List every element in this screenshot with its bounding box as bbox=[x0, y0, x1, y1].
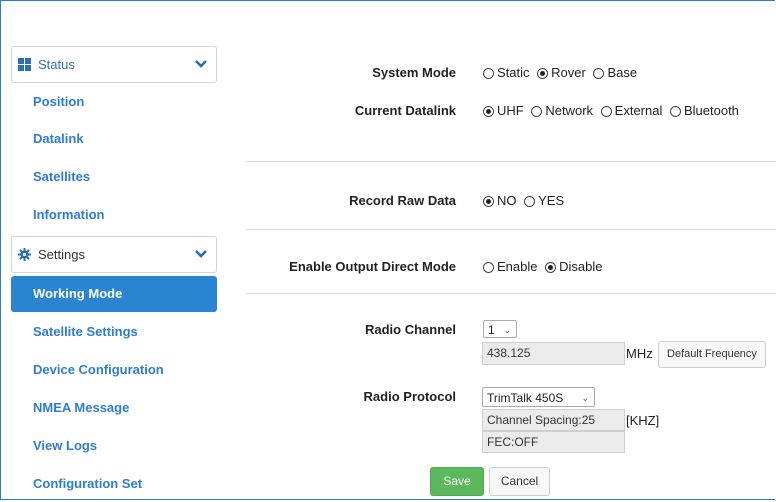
radio-frequency-field: 438.125 bbox=[482, 342, 625, 365]
output-direct-mode-options: Enable Disable bbox=[483, 259, 606, 274]
radio-button[interactable] bbox=[531, 106, 543, 117]
record-raw-yes[interactable]: YES bbox=[524, 193, 564, 208]
sidebar-item-datalink[interactable]: Datalink bbox=[11, 121, 217, 157]
sidebar-item-information[interactable]: Information bbox=[11, 197, 217, 233]
chevron-down-icon[interactable] bbox=[194, 57, 208, 71]
default-frequency-button[interactable]: Default Frequency bbox=[658, 341, 766, 368]
sidebar-section-status-label: Status bbox=[38, 57, 75, 72]
gear-icon bbox=[18, 248, 31, 261]
sidebar-section-status[interactable]: Status bbox=[11, 46, 217, 83]
chevron-down-icon: ⌄ bbox=[503, 325, 511, 335]
sidebar-item-view-logs[interactable]: View Logs bbox=[11, 428, 217, 464]
system-mode-options: Static Rover Base bbox=[483, 65, 641, 80]
radio-protocol-label: Radio Protocol bbox=[363, 389, 456, 404]
fec-field: FEC:OFF bbox=[482, 431, 625, 453]
divider bbox=[246, 293, 776, 294]
radio-button[interactable] bbox=[545, 262, 557, 273]
radio-button[interactable] bbox=[600, 106, 612, 117]
radio-channel-select[interactable]: 1 ⌄ bbox=[483, 320, 517, 338]
frequency-unit: MHz bbox=[626, 346, 653, 361]
divider bbox=[246, 161, 776, 162]
radio-button[interactable] bbox=[524, 196, 536, 207]
cancel-button[interactable]: Cancel bbox=[489, 467, 550, 496]
sidebar-item-position[interactable]: Position bbox=[11, 84, 217, 120]
save-button[interactable]: Save bbox=[430, 467, 484, 496]
system-mode-rover[interactable]: Rover bbox=[537, 65, 586, 80]
sidebar-section-settings[interactable]: Settings bbox=[11, 236, 217, 273]
datalink-uhf[interactable]: UHF bbox=[483, 103, 524, 118]
radio-button[interactable] bbox=[537, 68, 549, 79]
record-raw-no[interactable]: NO bbox=[483, 193, 517, 208]
divider bbox=[246, 229, 776, 230]
datalink-bluetooth[interactable]: Bluetooth bbox=[669, 103, 739, 118]
sidebar-item-nmea-message[interactable]: NMEA Message bbox=[11, 390, 217, 426]
datalink-network[interactable]: Network bbox=[531, 103, 593, 118]
dashboard-icon bbox=[18, 58, 31, 71]
current-datalink-label: Current Datalink bbox=[354, 103, 456, 118]
sidebar-item-configuration-set[interactable]: Configuration Set bbox=[11, 466, 217, 502]
datalink-external[interactable]: External bbox=[600, 103, 662, 118]
output-direct-enable[interactable]: Enable bbox=[483, 259, 537, 274]
chevron-down-icon[interactable] bbox=[194, 247, 208, 261]
sidebar-item-satellite-settings[interactable]: Satellite Settings bbox=[11, 314, 217, 350]
radio-button[interactable] bbox=[483, 106, 494, 117]
chevron-down-icon: ⌄ bbox=[581, 393, 589, 403]
output-direct-mode-label: Enable Output Direct Mode bbox=[289, 259, 456, 274]
sidebar-item-device-configuration[interactable]: Device Configuration bbox=[11, 352, 217, 388]
radio-protocol-select[interactable]: TrimTalk 450S ⌄ bbox=[482, 387, 595, 407]
radio-button[interactable] bbox=[483, 196, 494, 207]
record-raw-data-options: NO YES bbox=[483, 193, 568, 208]
radio-button[interactable] bbox=[483, 68, 494, 79]
radio-button[interactable] bbox=[483, 262, 494, 273]
current-datalink-options: UHF Network External Bluetooth bbox=[483, 103, 743, 118]
radio-channel-label: Radio Channel bbox=[364, 322, 456, 337]
system-mode-base[interactable]: Base bbox=[593, 65, 637, 80]
channel-spacing-field: Channel Spacing:25 bbox=[482, 409, 625, 431]
sidebar-section-settings-label: Settings bbox=[38, 247, 85, 262]
system-mode-label: System Mode bbox=[372, 65, 456, 80]
output-direct-disable[interactable]: Disable bbox=[545, 259, 602, 274]
record-raw-data-label: Record Raw Data bbox=[349, 193, 456, 208]
sidebar-item-satellites[interactable]: Satellites bbox=[11, 159, 217, 195]
sidebar-item-working-mode[interactable]: Working Mode bbox=[11, 276, 217, 312]
radio-button[interactable] bbox=[593, 68, 605, 79]
channel-spacing-unit: [KHZ] bbox=[626, 413, 660, 428]
radio-button[interactable] bbox=[669, 106, 681, 117]
system-mode-static[interactable]: Static bbox=[483, 65, 530, 80]
